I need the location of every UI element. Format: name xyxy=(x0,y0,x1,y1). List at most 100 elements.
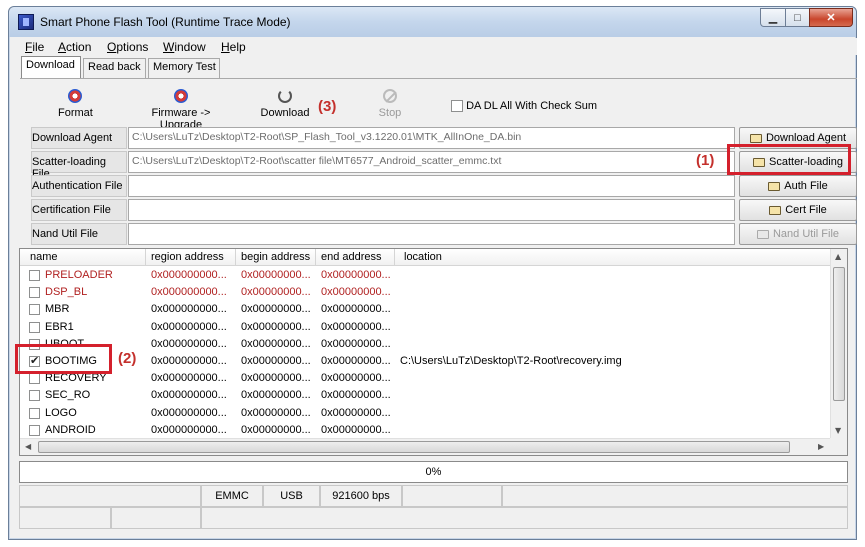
menu-file-label: ile xyxy=(32,40,45,54)
nand-util-file-field[interactable] xyxy=(128,223,735,245)
certification-file-field[interactable] xyxy=(128,199,735,221)
tab-read-back[interactable]: Read back xyxy=(83,58,146,78)
cell-begin-address: 0x00000000... xyxy=(241,355,311,367)
stop-icon xyxy=(383,89,397,103)
row-checkbox[interactable] xyxy=(29,287,40,299)
folder-icon xyxy=(769,205,782,215)
scroll-right-icon[interactable]: ▶ xyxy=(818,442,824,451)
cell-name: ANDROID xyxy=(45,423,96,436)
partition-table: name region address begin address end ad… xyxy=(19,248,848,456)
scatter-loading-highlight xyxy=(727,144,851,175)
table-row[interactable]: SEC_RO 0x000000000... 0x00000000... 0x00000… xyxy=(20,387,831,404)
cell-region-address: 0x000000000... xyxy=(151,320,227,333)
cell-end-address: 0x00000000... xyxy=(321,406,391,419)
status-bar: EMMC USB 921600 bps xyxy=(19,485,848,531)
status-cell xyxy=(201,507,848,529)
horizontal-scrollbar[interactable]: ◀ ▶ xyxy=(20,438,831,455)
column-divider xyxy=(315,249,316,266)
scroll-up-icon[interactable]: ▲ xyxy=(835,252,841,261)
download-agent-field[interactable]: C:\Users\LuTz\Desktop\T2-Root\SP_Flash_T… xyxy=(128,127,735,149)
table-header: name region address begin address end ad… xyxy=(20,249,831,266)
minimize-icon: ▁ xyxy=(768,12,778,24)
cell-name: SEC_RO xyxy=(45,389,91,402)
progress-bar: 0% xyxy=(19,461,848,483)
nand-util-file-button-label: Nand Util File xyxy=(772,228,840,240)
auth-file-button[interactable]: Auth File xyxy=(739,175,857,197)
row-checkbox[interactable] xyxy=(29,321,40,333)
vertical-scrollbar[interactable]: ▲ ▼ xyxy=(830,249,847,439)
minimize-button[interactable]: ▁ xyxy=(760,8,786,27)
column-header-end-address[interactable]: end address xyxy=(321,251,382,263)
table-row[interactable]: BOOTIMG0x000000000...0x00000000...0x0000… xyxy=(20,353,831,370)
format-button[interactable]: Format xyxy=(58,89,93,119)
certification-file-label: Certification File xyxy=(31,199,127,221)
cell-begin-address: 0x00000000... xyxy=(241,320,311,333)
cert-file-button[interactable]: Cert File xyxy=(739,199,857,221)
column-header-location[interactable]: location xyxy=(404,251,442,263)
nand-util-file-button[interactable]: Nand Util File xyxy=(739,223,857,245)
status-storage: EMMC xyxy=(201,485,263,507)
row-checkbox[interactable] xyxy=(29,373,40,385)
row-checkbox[interactable] xyxy=(29,424,40,436)
menu-window[interactable]: Window xyxy=(163,40,206,54)
da-dl-checksum-option[interactable]: DA DL All With Check Sum xyxy=(451,100,598,113)
table-row[interactable]: DSP_BL 0x000000000... 0x00000000... 0x00000… xyxy=(20,284,831,301)
cell-name: PRELOADER xyxy=(45,269,113,281)
row-checkbox[interactable] xyxy=(29,390,40,402)
folder-icon xyxy=(756,229,769,239)
table-row[interactable]: PRELOADER 0x000000000... 0x00000000... 0x00… xyxy=(20,267,831,284)
cell-region-address: 0x000000000... xyxy=(151,389,227,402)
column-header-begin-address[interactable]: begin address xyxy=(241,251,310,263)
column-divider xyxy=(235,249,236,266)
horizontal-scroll-thumb[interactable] xyxy=(38,441,790,453)
authentication-file-field[interactable] xyxy=(128,175,735,197)
cell-region-address: 0x000000000... xyxy=(151,406,227,419)
download-agent-label: Download Agent xyxy=(31,127,127,149)
folder-icon xyxy=(749,133,762,143)
cell-region-address: 0x000000000... xyxy=(151,337,227,350)
maximize-button[interactable]: □ xyxy=(785,8,810,27)
table-row[interactable]: RECOVERY 0x000000000... 0x00000000... 0x000… xyxy=(20,370,831,387)
cell-end-address: 0x00000000... xyxy=(321,423,391,436)
close-button[interactable]: ✕ xyxy=(809,8,853,27)
table-row[interactable]: UBOOT 0x000000000... 0x00000000... 0x000000… xyxy=(20,336,831,353)
da-dl-checksum-label: DA DL All With Check Sum xyxy=(466,100,598,112)
firmware-upgrade-icon xyxy=(174,89,188,103)
table-row[interactable]: MBR 0x000000000... 0x00000000... 0x00000000… xyxy=(20,301,831,318)
menu-help[interactable]: Help xyxy=(221,40,246,54)
scatter-loading-field[interactable]: C:\Users\LuTz\Desktop\T2-Root\scatter fi… xyxy=(128,151,735,173)
da-dl-checksum-checkbox[interactable] xyxy=(451,100,463,113)
table-row[interactable]: LOGO 0x000000000... 0x00000000... 0x0000000… xyxy=(20,405,831,422)
annotation-2: (2) xyxy=(118,350,137,367)
menu-help-mnemonic: H xyxy=(221,40,230,54)
menu-file[interactable]: File xyxy=(25,40,44,54)
table-row[interactable]: EBR1 0x000000000... 0x00000000... 0x0000000… xyxy=(20,319,831,336)
scroll-left-icon[interactable]: ◀ xyxy=(25,442,31,451)
format-icon xyxy=(68,89,82,103)
title-bar[interactable]: Smart Phone Flash Tool (Runtime Trace Mo… xyxy=(9,7,856,37)
firmware-upgrade-button[interactable]: Firmware -> Upgrade xyxy=(129,89,233,131)
row-checkbox[interactable] xyxy=(29,407,40,419)
cert-file-button-label: Cert File xyxy=(785,204,827,216)
column-header-region-address[interactable]: region address xyxy=(151,251,224,263)
tab-memory-test[interactable]: Memory Test xyxy=(148,58,220,78)
status-cell xyxy=(111,507,201,529)
stop-button[interactable]: Stop xyxy=(375,89,405,119)
download-button[interactable]: Download xyxy=(259,89,311,119)
cell-begin-address: 0x00000000... xyxy=(241,286,311,299)
column-header-name[interactable]: name xyxy=(30,251,58,263)
scroll-down-icon[interactable]: ▼ xyxy=(835,426,841,435)
download-label: Download xyxy=(260,107,310,119)
menu-options-label: ptions xyxy=(116,40,149,54)
scroll-corner xyxy=(830,438,847,455)
cell-region-address: 0x000000000... xyxy=(151,355,227,367)
cell-begin-address: 0x00000000... xyxy=(241,423,311,436)
menu-options[interactable]: Options xyxy=(107,40,148,54)
tab-download[interactable]: Download xyxy=(21,56,81,78)
vertical-scroll-thumb[interactable] xyxy=(833,267,845,401)
menu-action[interactable]: Action xyxy=(58,40,91,54)
row-checkbox[interactable] xyxy=(29,270,40,281)
menu-bar: File Action Options Window Help xyxy=(10,38,857,55)
table-row[interactable]: ANDROID 0x000000000... 0x00000000... 0x0000… xyxy=(20,422,831,439)
row-checkbox[interactable] xyxy=(29,304,40,316)
